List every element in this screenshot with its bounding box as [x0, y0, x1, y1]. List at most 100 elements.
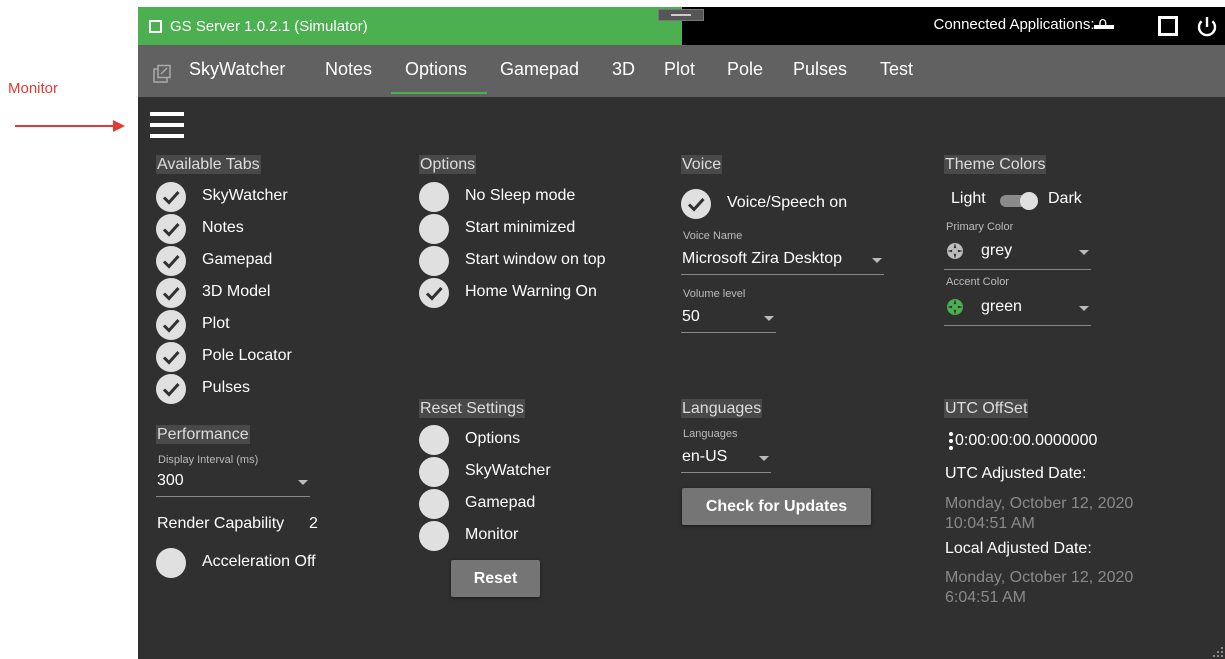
detach-window-icon[interactable] [152, 64, 172, 84]
reset-item-label: Monitor [465, 526, 519, 543]
performance-title: Performance [156, 425, 250, 444]
available-tab-item-label: Pole Locator [202, 347, 292, 364]
drag-handle[interactable] [658, 9, 704, 21]
maximize-icon[interactable] [1158, 16, 1178, 36]
checkbox-circle-icon[interactable] [156, 548, 186, 578]
utc-adjusted-label: UTC Adjusted Date: [945, 465, 1087, 482]
tab-pulses[interactable]: Pulses [793, 59, 847, 80]
option-item-label: Start minimized [465, 219, 576, 236]
option-item[interactable]: Home Warning On [419, 278, 679, 308]
tab-skywatcher[interactable]: SkyWatcher [189, 59, 285, 80]
available-tab-item[interactable]: SkyWatcher [156, 182, 416, 212]
checkmark-icon[interactable] [156, 310, 186, 340]
available-tab-item-label: Pulses [202, 379, 251, 396]
light-label: Light [951, 190, 986, 207]
option-item[interactable]: No Sleep mode [419, 182, 679, 212]
palette-icon [947, 299, 963, 315]
palette-icon [947, 243, 963, 259]
voice-speech-item[interactable]: Voice/Speech on [681, 189, 941, 219]
chevron-down-icon [298, 480, 308, 485]
primary-color-select[interactable]: grey [944, 238, 1091, 270]
annotation-arrow-icon [15, 120, 125, 132]
available-tab-item-label: SkyWatcher [202, 187, 288, 204]
render-capability-value: 2 [309, 515, 318, 532]
reset-item[interactable]: SkyWatcher [419, 457, 679, 487]
checkmark-icon[interactable] [156, 182, 186, 212]
reset-item-label: Options [465, 430, 521, 447]
languages-select[interactable]: en-US [681, 446, 771, 473]
checkmark-icon[interactable] [419, 278, 449, 308]
available-tab-item-label: Plot [202, 315, 230, 332]
chevron-down-icon [1079, 306, 1089, 311]
window-title: GS Server 1.0.2.1 (Simulator) [170, 17, 368, 35]
checkmark-icon[interactable] [156, 246, 186, 276]
option-item-label: Start window on top [465, 251, 606, 268]
option-item[interactable]: Start window on top [419, 246, 679, 276]
checkmark-icon[interactable] [156, 214, 186, 244]
available-tab-item[interactable]: Pulses [156, 374, 416, 404]
option-item[interactable]: Start minimized [419, 214, 679, 244]
power-icon[interactable] [1195, 15, 1219, 39]
checkbox-circle-icon[interactable] [419, 246, 449, 276]
reset-item[interactable]: Options [419, 425, 679, 455]
acceleration-item-label: Acceleration Off [202, 553, 316, 570]
volume-level-value: 50 [682, 308, 700, 325]
more-vert-icon[interactable] [948, 431, 954, 451]
local-adjusted-date: Monday, October 12, 2020 [945, 569, 1134, 586]
accent-color-value: green [981, 298, 1022, 315]
theme-colors-title: Theme Colors [944, 155, 1047, 174]
volume-level-select[interactable]: 50 [681, 306, 776, 333]
checkmark-icon[interactable] [681, 189, 711, 219]
voice-name-select[interactable]: Microsoft Zira Desktop [681, 248, 884, 275]
tab-notes[interactable]: Notes [325, 59, 372, 80]
voice-name-label: Voice Name [683, 230, 743, 242]
reset-settings-title: Reset Settings [419, 399, 526, 418]
checkbox-circle-icon[interactable] [419, 457, 449, 487]
display-interval-select[interactable]: 300 [156, 470, 310, 497]
tab-gamepad[interactable]: Gamepad [500, 59, 579, 80]
reset-item[interactable]: Gamepad [419, 489, 679, 519]
available-tab-item[interactable]: 3D Model [156, 278, 416, 308]
voice-speech-item-label: Voice/Speech on [727, 194, 848, 211]
acceleration-item[interactable]: Acceleration Off [156, 548, 416, 578]
tab-options[interactable]: Options [405, 59, 467, 80]
tab-pole[interactable]: Pole [727, 59, 763, 80]
reset-button[interactable]: Reset [451, 560, 540, 597]
languages-title: Languages [681, 399, 763, 418]
available-tab-item-label: 3D Model [202, 283, 271, 300]
local-adjusted-label: Local Adjusted Date: [945, 540, 1092, 557]
reset-item-label: SkyWatcher [465, 462, 551, 479]
languages-value: en-US [682, 448, 728, 465]
connected-applications: Connected Applications: 0 [933, 16, 1107, 33]
check-for-updates-button[interactable]: Check for Updates [682, 488, 871, 525]
display-interval-label: Display Interval (ms) [158, 454, 259, 466]
checkbox-circle-icon[interactable] [419, 425, 449, 455]
reset-item[interactable]: Monitor [419, 521, 679, 551]
theme-mode-switch[interactable] [998, 192, 1042, 210]
tab-test[interactable]: Test [880, 59, 913, 80]
title-bar: GS Server 1.0.2.1 (Simulator) Connected … [138, 7, 1225, 45]
checkbox-circle-icon[interactable] [419, 214, 449, 244]
menu-hamburger-icon[interactable] [150, 112, 186, 140]
available-tab-item[interactable]: Plot [156, 310, 416, 340]
checkmark-icon[interactable] [156, 374, 186, 404]
tab-3d[interactable]: 3D [612, 59, 635, 80]
checkbox-circle-icon[interactable] [419, 182, 449, 212]
checkmark-icon[interactable] [156, 342, 186, 372]
available-tab-item[interactable]: Pole Locator [156, 342, 416, 372]
checkbox-circle-icon[interactable] [419, 489, 449, 519]
checkmark-icon[interactable] [156, 278, 186, 308]
primary-color-label: Primary Color [946, 221, 1014, 233]
utc-offset-value[interactable]: 0:00:00:00.0000000 [955, 432, 1097, 450]
accent-color-select[interactable]: green [944, 294, 1091, 326]
chevron-down-icon [872, 258, 882, 263]
tab-plot[interactable]: Plot [664, 59, 695, 80]
available-tab-item[interactable]: Gamepad [156, 246, 416, 276]
reset-item-label: Gamepad [465, 494, 536, 511]
app-checkbox-icon [149, 19, 162, 33]
minimize-icon[interactable] [1094, 25, 1114, 29]
resize-grip-icon[interactable] [1213, 647, 1223, 657]
checkbox-circle-icon[interactable] [419, 521, 449, 551]
available-tab-item[interactable]: Notes [156, 214, 416, 244]
dark-label: Dark [1048, 190, 1082, 207]
